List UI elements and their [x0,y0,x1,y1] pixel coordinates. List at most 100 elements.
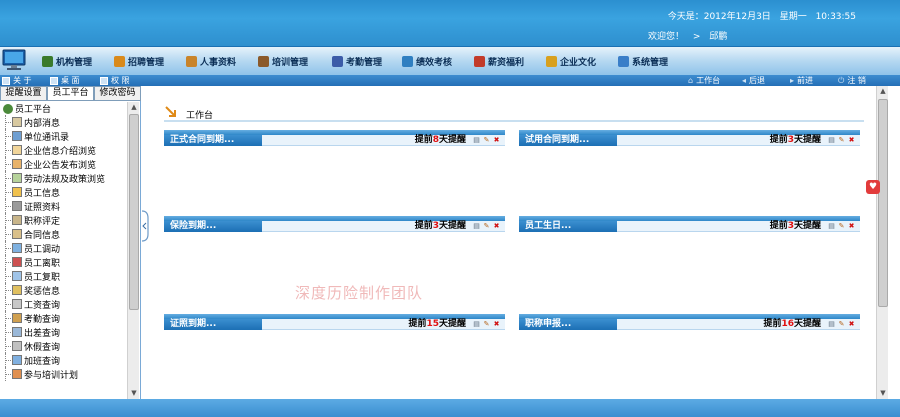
workbench-label: 工作台 [696,76,721,85]
sidebar-item[interactable]: 职称评定 [0,213,126,227]
main-scroll-down-icon[interactable]: ▼ [877,388,889,399]
nav-tree: 员工平台 内部消息 单位通讯录 企业信息介绍浏览 企业公告发布浏览 劳动法规及政策浏览员… [0,102,126,399]
permission-link[interactable]: 权 限 [100,75,130,86]
about-link[interactable]: 关 于 [2,75,32,86]
sidebar-item[interactable]: 出差查询 [0,325,126,339]
menu-item-5[interactable]: 绩效考核 [402,53,452,69]
sidebar-item-label: 证照资料 [24,202,61,213]
sidebar-item[interactable]: 单位通讯录 [0,129,126,143]
sidebar-tabs: 提醒设置 员工平台 修改密码 [0,86,141,101]
menu-item-3[interactable]: 培训管理 [258,53,308,69]
settings-icon[interactable]: ▤ [828,321,835,328]
close-icon[interactable]: ✖ [848,223,855,230]
sidebar-item[interactable]: 合同信息 [0,227,126,241]
close-icon[interactable]: ✖ [493,137,500,144]
sidebar-item[interactable]: 员工离职 [0,255,126,269]
sidebar-item[interactable]: 员工信息 [0,185,126,199]
personnel-icon [186,55,197,67]
sidebar-item[interactable]: 考勤查询 [0,311,126,325]
sidebar-item[interactable]: 劳动法规及政策浏览 [0,171,126,185]
reminder-panel: 试用合同到期... 提前3天提醒 ▤ ✎ ✖ [519,130,860,220]
document-icon [12,313,22,323]
menu-item-6[interactable]: 薪资福利 [474,53,524,69]
panel-title[interactable]: 证照到期... [164,319,262,330]
panel-body [164,330,505,404]
workbench-link[interactable]: ⌂ 工作台 [688,75,720,86]
sidebar-item-label: 合同信息 [24,230,61,241]
heart-feedback-icon[interactable]: ♥ [866,180,880,194]
document-icon [12,131,22,141]
sidebar-item[interactable]: 员工调动 [0,241,126,255]
tab-employee-platform[interactable]: 员工平台 [47,86,94,101]
panel-header: 正式合同到期... 提前8天提醒 ▤ ✎ ✖ [164,135,505,146]
edit-pencil-icon[interactable]: ✎ [483,137,490,144]
panel-header: 员工生日... 提前3天提醒 ▤ ✎ ✖ [519,221,860,232]
settings-icon[interactable]: ▤ [828,223,835,230]
settings-icon[interactable]: ▤ [828,137,835,144]
forward-link[interactable]: ▸ 前进 [790,75,813,86]
tab-change-password[interactable]: 修改密码 [94,86,141,101]
close-icon[interactable]: ✖ [493,321,500,328]
logout-link[interactable]: ⏻ 注 销 [838,75,866,86]
reminder-panel: 职称申报... 提前16天提醒 ▤ ✎ ✖ [519,314,860,404]
settings-icon[interactable]: ▤ [473,321,480,328]
sidebar-item[interactable]: 员工复职 [0,269,126,283]
tab-reminder-settings[interactable]: 提醒设置 [0,86,47,101]
sidebar-item[interactable]: 企业信息介绍浏览 [0,143,126,157]
edit-pencil-icon[interactable]: ✎ [483,321,490,328]
menu-item-7[interactable]: 企业文化 [546,53,596,69]
main-scroll-thumb[interactable] [878,99,888,307]
document-icon [12,355,22,365]
menu-item-4[interactable]: 考勤管理 [332,53,382,69]
scroll-down-arrow-icon[interactable]: ▼ [128,388,140,399]
sidebar-item[interactable]: 加班查询 [0,353,126,367]
watermark-text: 深度历险制作团队 [295,284,424,302]
panel-body [164,146,505,220]
reminder-suffix: 天提醒 [793,221,821,231]
panel-title[interactable]: 正式合同到期... [164,135,262,146]
edit-pencil-icon[interactable]: ✎ [838,137,845,144]
sidebar-item-label: 出差查询 [24,328,61,339]
menu-item-0[interactable]: 机构管理 [42,53,92,69]
sidebar-item[interactable]: 内部消息 [0,115,126,129]
menu-item-2[interactable]: 人事资料 [186,53,236,69]
edit-pencil-icon[interactable]: ✎ [838,321,845,328]
permission-label: 权 限 [111,76,130,85]
menu-item-1[interactable]: 招聘管理 [114,53,164,69]
sidebar-item[interactable]: 参与培训计划 [0,367,126,381]
panel-controls: ▤ ✎ ✖ [473,137,500,144]
desktop-link[interactable]: 桌 面 [50,75,80,86]
sidebar-collapse-handle[interactable] [141,210,150,242]
sidebar-item[interactable]: 奖惩信息 [0,283,126,297]
edit-pencil-icon[interactable]: ✎ [483,223,490,230]
settings-icon[interactable]: ▤ [473,223,480,230]
panel-title[interactable]: 保险到期... [164,221,262,232]
sidebar-item[interactable]: 证照资料 [0,199,126,213]
panel-title[interactable]: 职称申报... [519,319,617,330]
settings-icon[interactable]: ▤ [473,137,480,144]
document-icon [12,145,22,155]
main-scrollbar[interactable]: ▲ ▼ [876,86,888,399]
scroll-up-arrow-icon[interactable]: ▲ [128,102,140,113]
sidebar-item[interactable]: 工资查询 [0,297,126,311]
sidebar-scrollbar[interactable]: ▲ ▼ [127,102,139,399]
menu-item-8[interactable]: 系统管理 [618,53,668,69]
reminder-prefix: 提前 [769,221,788,231]
close-icon[interactable]: ✖ [493,223,500,230]
panel-title[interactable]: 员工生日... [519,221,617,232]
close-icon[interactable]: ✖ [848,321,855,328]
menu-item-label: 企业文化 [560,57,597,68]
back-link[interactable]: ◂ 后退 [742,75,765,86]
close-icon[interactable]: ✖ [848,137,855,144]
main-scroll-up-icon[interactable]: ▲ [877,86,889,97]
tree-root[interactable]: 员工平台 [0,102,126,115]
logout-icon: ⏻ [838,75,845,85]
desktop-label: 桌 面 [61,76,80,85]
sidebar-scroll-thumb[interactable] [129,114,139,310]
panel-title[interactable]: 试用合同到期... [519,135,617,146]
reminder-days: 15 [426,319,439,329]
sidebar-item[interactable]: 休假查询 [0,339,126,353]
sidebar-item[interactable]: 企业公告发布浏览 [0,157,126,171]
edit-pencil-icon[interactable]: ✎ [838,223,845,230]
forward-label: 前进 [797,76,814,85]
